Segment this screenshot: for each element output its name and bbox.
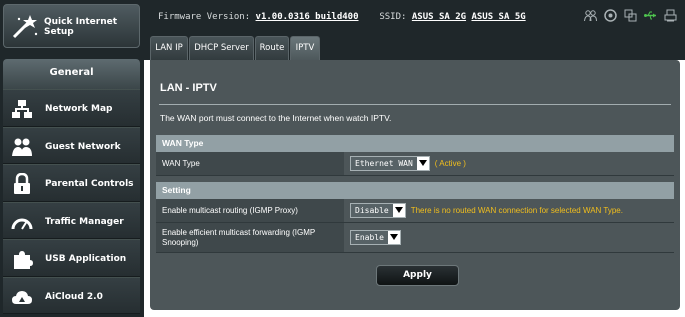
- chevron-down-icon: [392, 204, 405, 217]
- multicast-forwarding-value: Enable: [355, 233, 384, 242]
- quick-internet-setup-button[interactable]: Quick Internet Setup: [3, 4, 140, 48]
- cloud-icon: [11, 286, 33, 308]
- globe-icon[interactable]: [604, 9, 617, 22]
- wan-type-status: ( Active ): [434, 159, 466, 168]
- chevron-down-icon: [387, 231, 400, 244]
- setting-section-header: Setting: [156, 182, 674, 199]
- copy-icon[interactable]: [624, 9, 637, 22]
- lock-icon: [11, 172, 33, 195]
- sidebar-item-guest-network[interactable]: Guest Network: [3, 126, 140, 164]
- multicast-forwarding-label: Enable efficient multicast forwarding (I…: [156, 223, 344, 252]
- sidebar: Quick Internet Setup General Network Map…: [0, 0, 144, 317]
- network-map-icon: [11, 98, 33, 120]
- multicast-forwarding-row: Enable efficient multicast forwarding (I…: [156, 223, 674, 253]
- sidebar-menu: Network Map Guest Network Parental Contr…: [3, 89, 140, 314]
- wan-type-select[interactable]: Ethernet WAN: [350, 156, 430, 171]
- multicast-warning: There is no routed WAN connection for se…: [410, 206, 623, 215]
- sidebar-item-label: USB Application: [45, 254, 127, 264]
- multicast-routing-row: Enable multicast routing (IGMP Proxy) Di…: [156, 199, 674, 223]
- firmware-info: Firmware Version: v1.00.0316 build400 SS…: [158, 12, 526, 22]
- chevron-down-icon: [416, 157, 429, 170]
- tab-bar: LAN IP DHCP Server Route IPTV: [144, 34, 685, 60]
- multicast-routing-value: Disable: [355, 206, 389, 215]
- puzzle-icon: [11, 248, 33, 270]
- sidebar-item-label: AiCloud 2.0: [45, 291, 103, 302]
- printer-icon[interactable]: [664, 9, 677, 22]
- ssid-5g-link[interactable]: ASUS_SA_5G: [471, 12, 525, 22]
- wan-type-value: Ethernet WAN: [355, 159, 413, 168]
- tab-route[interactable]: Route: [255, 36, 289, 60]
- ssid-2g-link[interactable]: ASUS_SA_2G: [412, 12, 466, 22]
- sidebar-item-parental-controls[interactable]: Parental Controls: [3, 164, 140, 202]
- firmware-version-link[interactable]: v1.00.0316 build400: [256, 12, 359, 22]
- page-description: The WAN port must connect to the Interne…: [160, 113, 392, 123]
- sidebar-item-aicloud[interactable]: AiCloud 2.0: [3, 276, 140, 314]
- main-content: LAN - IPTV The WAN port must connect to …: [150, 60, 680, 310]
- sidebar-item-label: Parental Controls: [45, 179, 134, 189]
- guest-network-icon: [11, 136, 33, 158]
- general-section-title: General: [3, 59, 140, 89]
- sidebar-item-traffic-manager[interactable]: Traffic Manager: [3, 201, 140, 239]
- sidebar-item-label: Guest Network: [45, 141, 121, 152]
- usb-icon[interactable]: [644, 9, 657, 22]
- ssid-label: SSID:: [379, 12, 407, 22]
- top-bar: Firmware Version: v1.00.0316 build400 SS…: [144, 0, 685, 34]
- sidebar-item-usb-application[interactable]: USB Application: [3, 239, 140, 277]
- page-title: LAN - IPTV: [160, 82, 217, 94]
- magic-wand-icon: [10, 13, 40, 41]
- multicast-routing-select[interactable]: Disable: [350, 203, 406, 218]
- tab-iptv[interactable]: IPTV: [290, 36, 320, 60]
- sidebar-item-label: Traffic Manager: [45, 216, 124, 227]
- wan-type-section-header: WAN Type: [156, 135, 674, 152]
- multicast-forwarding-select[interactable]: Enable: [350, 230, 401, 245]
- sidebar-item-label: Network Map: [45, 104, 113, 114]
- status-icons: [584, 9, 677, 22]
- users-icon[interactable]: [584, 9, 597, 22]
- tab-lan-ip[interactable]: LAN IP: [150, 36, 188, 60]
- sidebar-item-network-map[interactable]: Network Map: [3, 89, 140, 127]
- apply-button[interactable]: Apply: [376, 265, 459, 286]
- wan-type-label: WAN Type: [156, 152, 344, 175]
- wan-type-row: WAN Type Ethernet WAN ( Active ): [156, 152, 674, 176]
- speedometer-icon: [11, 211, 33, 233]
- firmware-label: Firmware Version:: [158, 12, 251, 22]
- multicast-routing-label: Enable multicast routing (IGMP Proxy): [156, 199, 344, 222]
- tab-dhcp-server[interactable]: DHCP Server: [189, 36, 254, 60]
- quick-setup-label: Quick Internet Setup: [44, 17, 118, 37]
- title-divider: [159, 104, 671, 105]
